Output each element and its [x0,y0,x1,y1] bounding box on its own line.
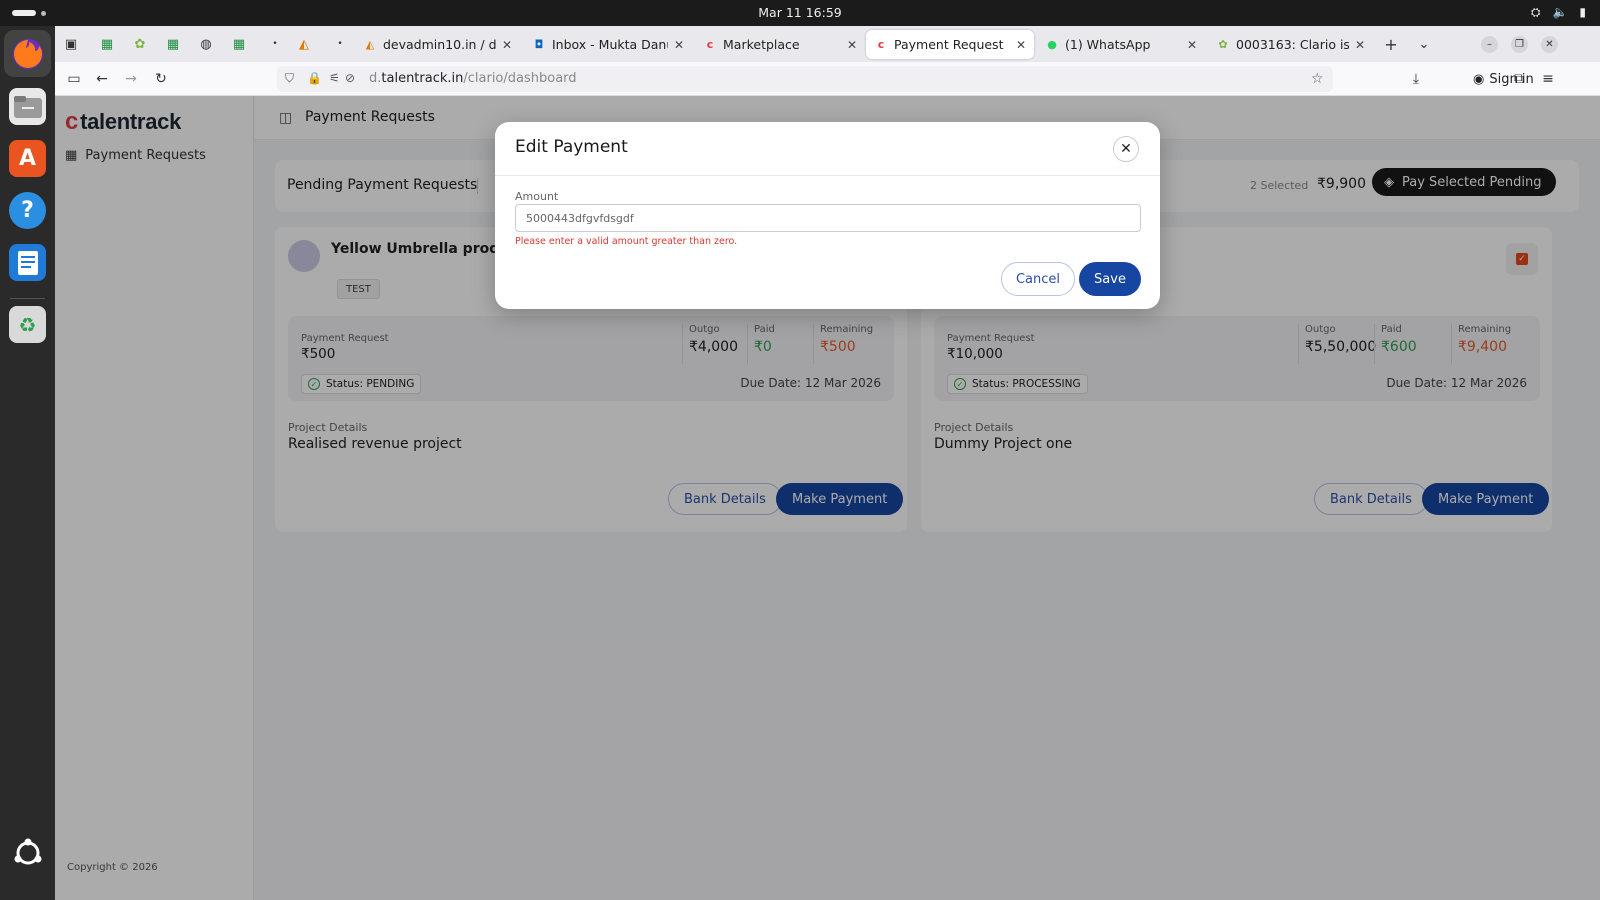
save-button[interactable]: Save [1079,262,1141,296]
minimize-icon[interactable]: – [1481,36,1498,53]
modal-title: Edit Payment [515,137,628,157]
tab-title: Marketplace [723,37,800,52]
validation-error: Please enter a valid amount greater than… [515,236,738,247]
show-apps-icon[interactable] [9,834,46,871]
system-clock[interactable]: Mar 11 16:59 [0,5,1600,20]
sign-in-button[interactable]: ◉ Sign in [1467,66,1540,92]
network-icon: ⛭ [1530,5,1541,19]
tab-mantis[interactable]: ✿ 0003163: Clario issues ✕ [1208,30,1373,59]
app-center-icon[interactable]: A [9,140,46,177]
close-tab-icon[interactable]: ✕ [1355,38,1365,52]
amount-label: Amount [515,190,559,203]
pinned-dot-icon-2[interactable]: • [331,35,349,53]
pinned-globe-icon[interactable]: ◍ [197,35,215,53]
talentrack-icon: c [877,38,885,51]
lock-icon[interactable]: 🔒 [307,71,322,85]
firefox-icon[interactable] [4,30,51,77]
bookmark-star-icon[interactable]: ☆ [1311,71,1324,87]
files-icon[interactable] [9,88,46,125]
tracking-icon[interactable]: ⊘ [345,71,355,85]
account-icon: ◉ [1473,71,1485,87]
url-text[interactable]: d.talentrack.in/clario/dashboard [369,71,577,86]
battery-icon: ▮ [1579,5,1586,19]
volume-icon: 🔈 [1552,5,1568,19]
tab-bar: ▣ ▦ ✿ ▦ ◍ ▦ • ◭ • ◭ devadmin10.in / dev-… [55,26,1600,62]
tab-payment-request[interactable]: c Payment Request ✕ [866,30,1034,59]
mantis-icon: ✿ [1218,38,1228,51]
tab-marketplace[interactable]: c Marketplace ✕ [695,30,865,59]
tab-overview-icon[interactable]: ▣ [62,35,80,53]
pinned-mantis-icon[interactable]: ✿ [131,35,149,53]
pinned-sheets-icon-2[interactable]: ▦ [164,35,182,53]
nav-bar: ▭ ← → ↻ ⛉ 🔒 ⚟ ⊘ d.talentrack.in/clario/d… [55,62,1600,96]
outlook-icon: ◘ [534,38,544,51]
pinned-dot-icon[interactable]: • [266,35,284,53]
help-icon[interactable]: ? [9,192,46,229]
tab-whatsapp[interactable]: ● (1) WhatsApp ✕ [1037,30,1205,59]
new-tab-icon[interactable]: + [1382,35,1400,54]
pinned-gitlab-icon[interactable]: ◭ [295,35,313,53]
list-tabs-icon[interactable]: ⌄ [1415,35,1433,53]
forward-icon[interactable]: → [122,70,140,88]
close-tab-icon[interactable]: ✕ [1187,38,1197,52]
cancel-button[interactable]: Cancel [1001,262,1075,296]
sidebar-toggle-icon[interactable]: ▭ [65,70,83,88]
close-tab-icon[interactable]: ✕ [502,38,512,52]
whatsapp-icon: ● [1047,38,1057,51]
shield-icon[interactable]: ⛉ [285,71,294,86]
close-tab-icon[interactable]: ✕ [674,38,684,52]
tab-title: Inbox - Mukta Danu - O [552,37,668,52]
permissions-icon[interactable]: ⚟ [329,71,340,85]
dock-separator [10,298,45,299]
writer-icon[interactable] [9,244,46,281]
close-window-icon[interactable]: ✕ [1541,36,1558,53]
tab-title: 0003163: Clario issues [1236,37,1349,52]
tab-title: devadmin10.in / dev-m [383,37,496,52]
reload-icon[interactable]: ↻ [152,70,170,88]
restore-icon[interactable]: ❐ [1511,36,1528,53]
downloads-icon[interactable]: ⤓ [1407,70,1425,88]
extensions-icon[interactable]: ⧉ [1510,70,1528,88]
pinned-sheets-icon-3[interactable]: ▦ [230,35,248,53]
edit-payment-modal: Edit Payment ✕ Amount Please enter a val… [495,122,1160,309]
system-tray[interactable]: ⛭ 🔈 ▮ [1531,5,1586,20]
amount-input[interactable] [515,204,1141,232]
divider [495,175,1160,176]
tab-inbox[interactable]: ◘ Inbox - Mukta Danu - O ✕ [524,30,692,59]
url-bar[interactable]: ⛉ 🔒 ⚟ ⊘ d.talentrack.in/clario/dashboard… [277,66,1333,92]
tab-title: Payment Request [894,37,1004,52]
close-tab-icon[interactable]: ✕ [847,38,857,52]
pinned-sheets-icon[interactable]: ▦ [98,35,116,53]
gitlab-icon: ◭ [365,38,375,51]
trash-icon[interactable]: ♻ [9,306,46,343]
close-icon[interactable]: ✕ [1113,136,1139,162]
os-top-bar: Mar 11 16:59 ⛭ 🔈 ▮ [0,0,1600,26]
dock: A ? ♻ [0,26,55,900]
close-tab-icon[interactable]: ✕ [1016,38,1026,52]
tab-title: (1) WhatsApp [1065,37,1151,52]
tab-devadmin[interactable]: ◭ devadmin10.in / dev-m ✕ [355,30,520,59]
talentrack-icon: c [706,38,714,51]
back-icon[interactable]: ← [93,70,111,88]
menu-icon[interactable]: ≡ [1539,70,1557,88]
